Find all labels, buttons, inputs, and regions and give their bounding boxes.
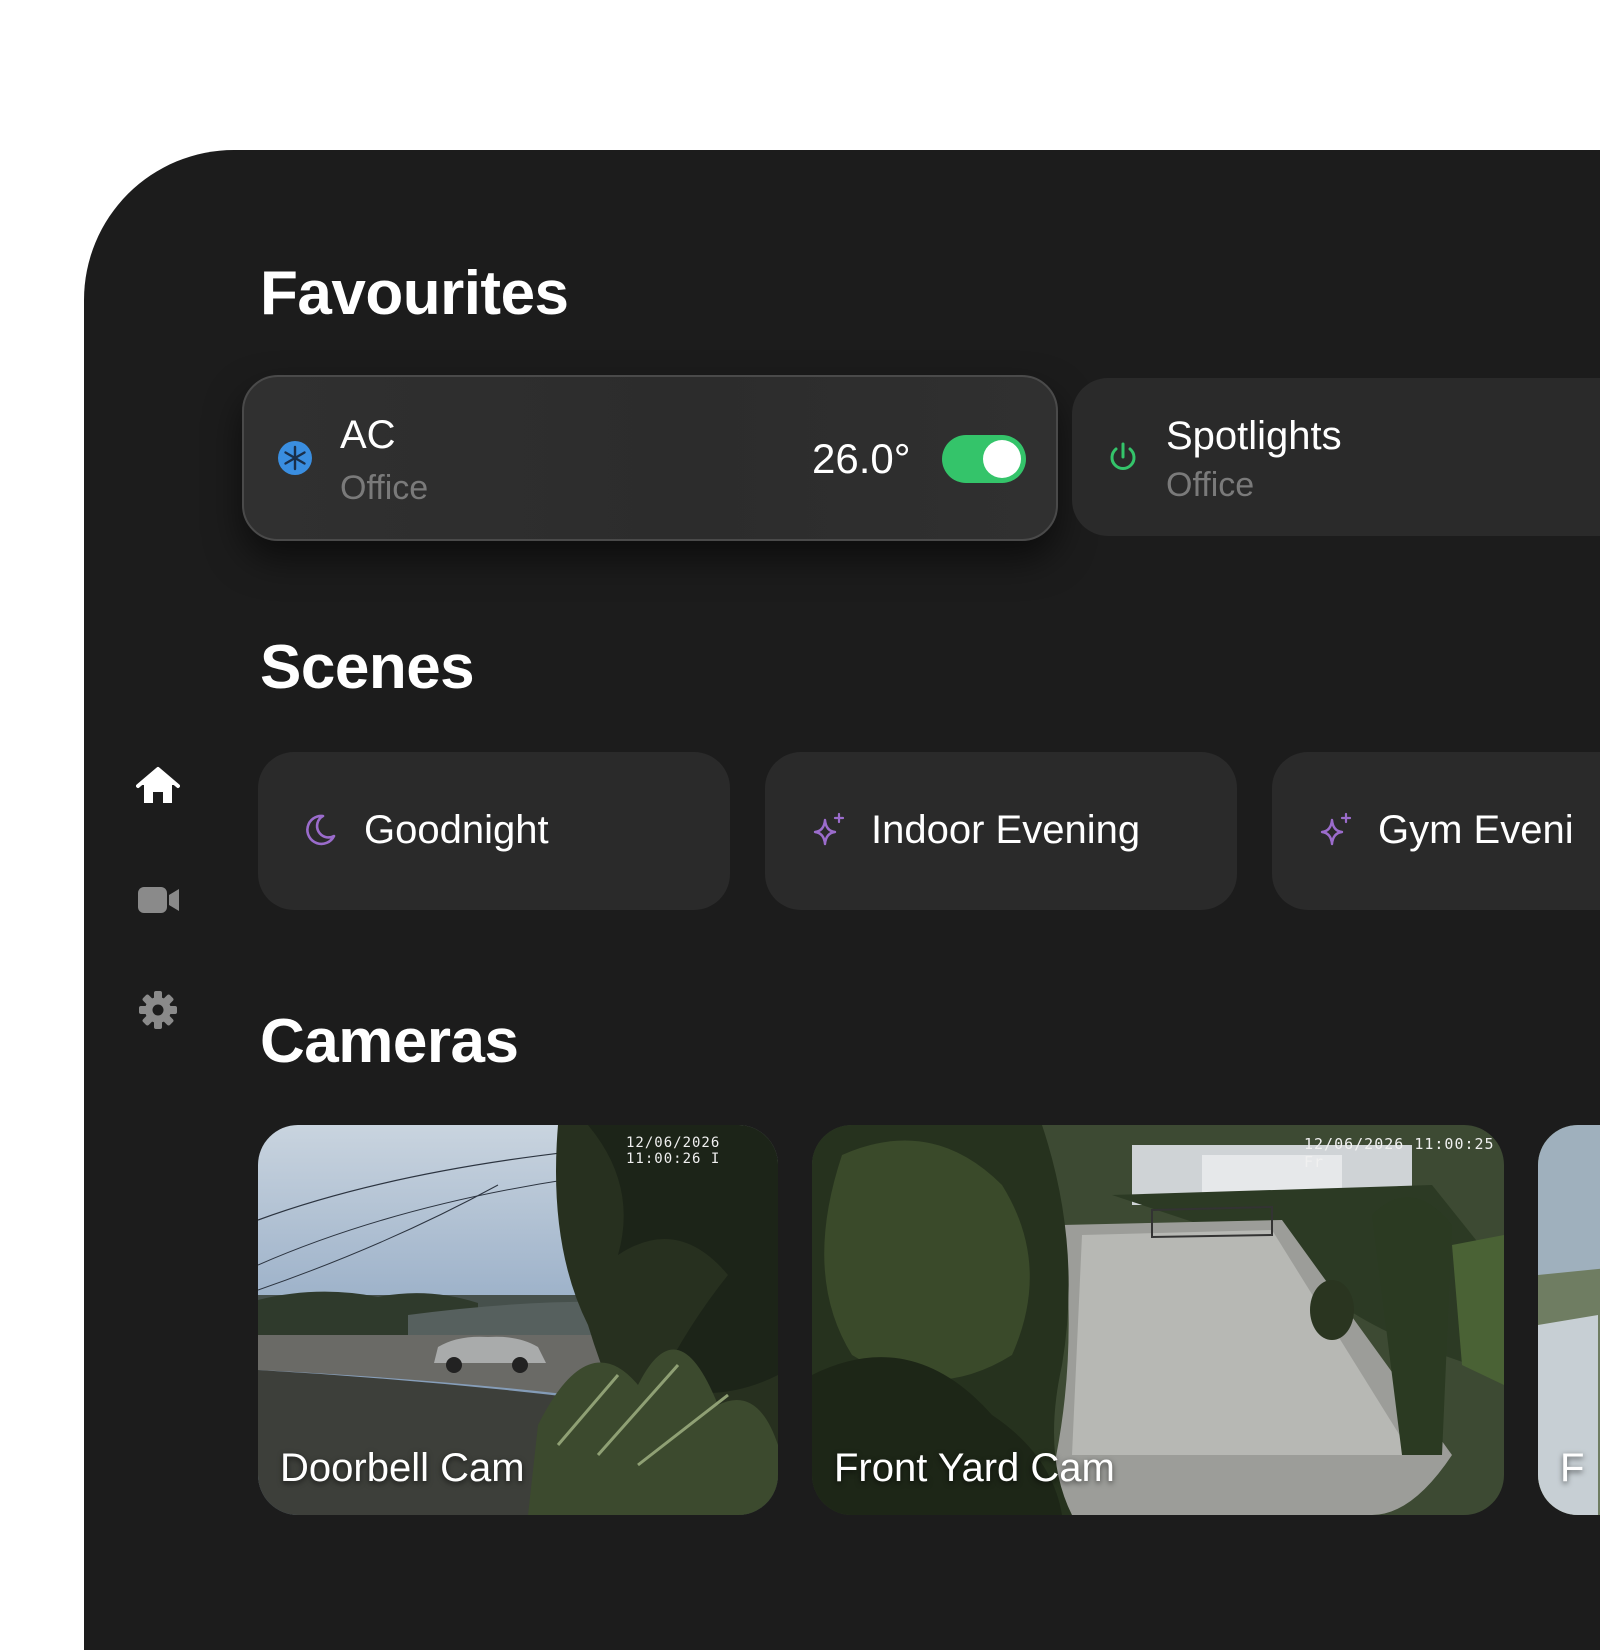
scene-gym-evening-label: Gym Eveni [1378, 808, 1574, 852]
camera-doorbell-label: Doorbell Cam [280, 1446, 525, 1490]
camera-third[interactable]: F [1538, 1125, 1600, 1515]
moon-icon [302, 812, 338, 848]
sparkle-icon [809, 810, 849, 850]
spotlights-room: Office [1166, 466, 1255, 504]
toggle-knob [983, 440, 1021, 478]
scene-indoor-evening-label: Indoor Evening [871, 808, 1141, 852]
snowflake-icon [278, 441, 312, 475]
camera-doorbell[interactable]: 12/06/2026 11:00:26 I Doorbell Cam [258, 1125, 778, 1515]
spotlights-name: Spotlights [1166, 414, 1342, 458]
gear-icon[interactable] [136, 988, 180, 1032]
power-icon [1106, 440, 1140, 474]
camera-timestamp: 12/06/2026 11:00:26 I [626, 1135, 721, 1167]
scene-goodnight[interactable]: Goodnight [258, 752, 730, 910]
app-window: Favourites AC Office 26.0° Spotlights Of… [84, 150, 1600, 1650]
scene-goodnight-label: Goodnight [364, 808, 549, 852]
camera-third-label: F [1560, 1446, 1585, 1490]
scene-gym-evening[interactable]: Gym Eveni [1272, 752, 1600, 910]
ac-name: AC [340, 413, 396, 457]
favourites-title: Favourites [260, 259, 569, 328]
ac-toggle[interactable] [942, 435, 1026, 483]
favourite-ac-card[interactable]: AC Office 26.0° [242, 375, 1058, 541]
cameras-title: Cameras [260, 1007, 519, 1076]
scene-indoor-evening[interactable]: Indoor Evening [765, 752, 1237, 910]
home-icon[interactable] [136, 765, 180, 809]
camera-front-yard[interactable]: 12/06/2026 11:00:25 Fr Front Yard Cam [812, 1125, 1504, 1515]
ac-temperature: 26.0° [812, 435, 911, 482]
camera-timestamp: 12/06/2026 11:00:25 Fr [1304, 1135, 1495, 1171]
favourite-spotlights-card[interactable]: Spotlights Office [1072, 378, 1600, 536]
sparkle-icon [1316, 810, 1356, 850]
scenes-title: Scenes [260, 633, 475, 702]
video-camera-icon[interactable] [136, 877, 180, 921]
ac-room: Office [340, 469, 429, 507]
camera-front-yard-label: Front Yard Cam [834, 1446, 1115, 1490]
